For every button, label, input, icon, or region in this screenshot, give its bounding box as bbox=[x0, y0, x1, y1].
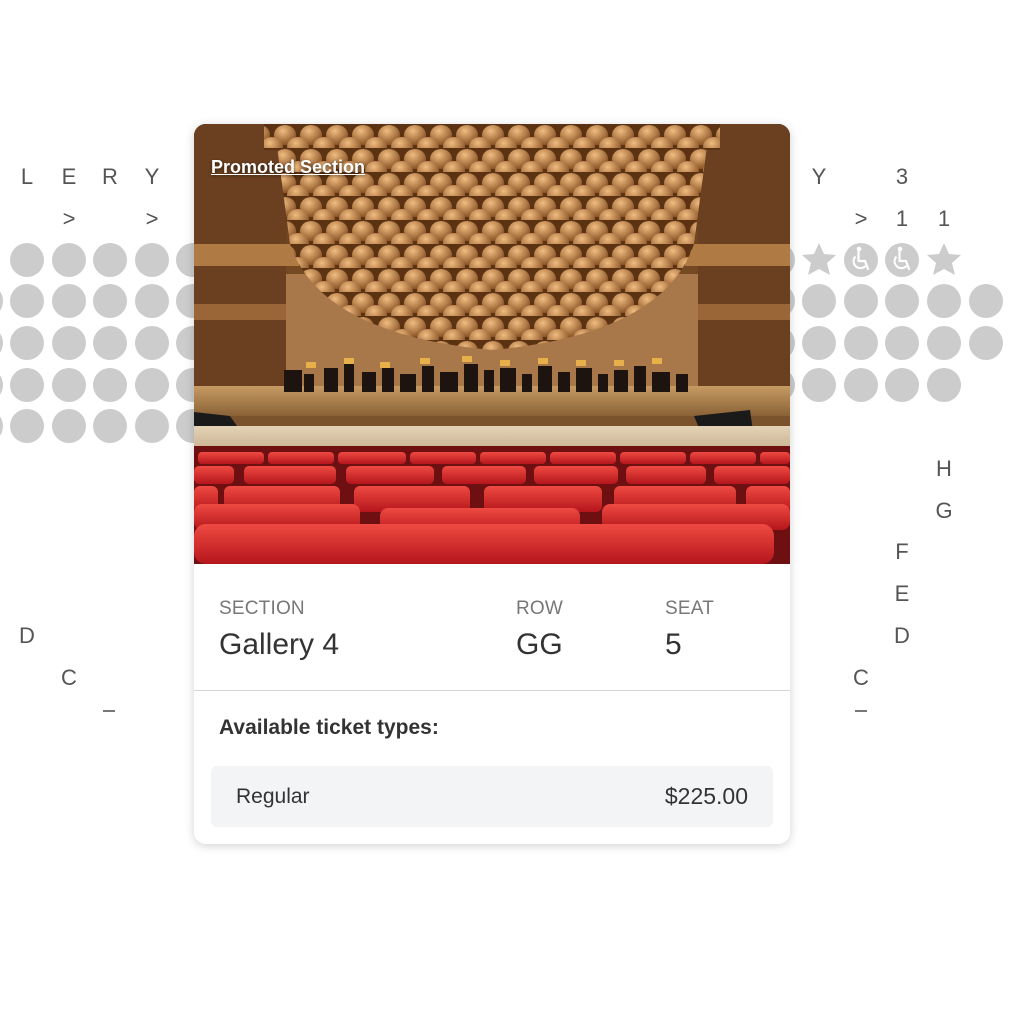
seatmap-arrow: > bbox=[63, 206, 76, 231]
seat[interactable] bbox=[135, 284, 169, 318]
seat[interactable] bbox=[10, 284, 44, 318]
seatmap-header-letter: 3 bbox=[896, 164, 908, 189]
star-icon[interactable] bbox=[802, 243, 836, 275]
seat[interactable] bbox=[844, 368, 878, 402]
section-label: SECTION bbox=[219, 598, 305, 619]
seat[interactable] bbox=[93, 368, 127, 402]
seat[interactable] bbox=[52, 326, 86, 360]
seatmap-header-letter: E bbox=[62, 164, 77, 189]
row-letter: H bbox=[936, 456, 952, 481]
concert-hall-image bbox=[194, 124, 790, 564]
seat[interactable] bbox=[885, 326, 919, 360]
seat[interactable] bbox=[927, 368, 961, 402]
row-letter: E bbox=[895, 581, 910, 606]
clipped-row-letter bbox=[103, 710, 115, 712]
ticket-type-name: Regular bbox=[236, 785, 310, 808]
seat[interactable] bbox=[0, 326, 3, 360]
section-value: Gallery 4 bbox=[219, 628, 340, 661]
seat[interactable] bbox=[0, 284, 3, 318]
seat[interactable] bbox=[93, 409, 127, 443]
seat-selection-screen: L E R Y > > Y 3 > 1 1 H G F E D C D C Pr… bbox=[0, 0, 1024, 1024]
seat[interactable] bbox=[52, 409, 86, 443]
seat[interactable] bbox=[885, 284, 919, 318]
ticket-type-price: $225.00 bbox=[664, 783, 748, 809]
seatmap-left-seats bbox=[0, 243, 210, 443]
seat-details: SECTION Gallery 4 ROW GG SEAT 5 bbox=[194, 564, 790, 691]
row-letter: C bbox=[61, 665, 77, 690]
seat-detail: SEAT 5 bbox=[665, 598, 714, 662]
seat[interactable] bbox=[969, 284, 1003, 318]
seatmap-seat-number: 1 bbox=[938, 206, 950, 231]
seatmap-header-letter: L bbox=[21, 164, 33, 189]
seat[interactable] bbox=[135, 368, 169, 402]
row-letter: F bbox=[895, 539, 908, 564]
seat[interactable] bbox=[10, 409, 44, 443]
promoted-section-link[interactable]: Promoted Section bbox=[211, 157, 365, 178]
seat[interactable] bbox=[93, 243, 127, 277]
section-view-photo: Promoted Section bbox=[194, 124, 790, 564]
row-letter: C bbox=[853, 665, 869, 690]
row-label: ROW bbox=[516, 598, 564, 619]
row-value: GG bbox=[516, 628, 563, 661]
seat[interactable] bbox=[135, 409, 169, 443]
seat[interactable] bbox=[135, 326, 169, 360]
row-letter: G bbox=[935, 498, 952, 523]
seat[interactable] bbox=[52, 284, 86, 318]
seatmap-arrow: > bbox=[855, 206, 868, 231]
seat[interactable] bbox=[10, 326, 44, 360]
seat[interactable] bbox=[93, 326, 127, 360]
seat[interactable] bbox=[135, 243, 169, 277]
seatmap-arrow: > bbox=[146, 206, 159, 231]
seat[interactable] bbox=[844, 284, 878, 318]
seatmap-header-letter: R bbox=[102, 164, 118, 189]
seat[interactable] bbox=[10, 243, 44, 277]
seat[interactable] bbox=[93, 284, 127, 318]
seat-details-card: Promoted Section SECTION Gallery 4 ROW G… bbox=[194, 124, 790, 844]
seatmap-right-accessibility-row bbox=[761, 243, 961, 277]
seat[interactable] bbox=[802, 368, 836, 402]
wheelchair-icon[interactable] bbox=[844, 243, 878, 277]
ticket-option-regular[interactable]: Regular $225.00 bbox=[211, 766, 773, 827]
seatmap-right-seats bbox=[761, 284, 1003, 402]
seat[interactable] bbox=[10, 368, 44, 402]
seatmap-header-letter: Y bbox=[145, 164, 160, 189]
seat[interactable] bbox=[52, 243, 86, 277]
seat[interactable] bbox=[927, 326, 961, 360]
seat[interactable] bbox=[885, 368, 919, 402]
seat[interactable] bbox=[927, 284, 961, 318]
clipped-row-letter bbox=[855, 710, 867, 712]
wheelchair-icon[interactable] bbox=[885, 243, 919, 277]
seatmap-header-letter: Y bbox=[812, 164, 827, 189]
seat-label: SEAT bbox=[665, 598, 715, 619]
seat[interactable] bbox=[0, 368, 3, 402]
seat[interactable] bbox=[844, 326, 878, 360]
seat[interactable] bbox=[969, 326, 1003, 360]
ticket-types-heading: Available ticket types: bbox=[219, 716, 439, 739]
seat[interactable] bbox=[52, 368, 86, 402]
row-letter: D bbox=[19, 623, 35, 648]
section-detail: SECTION Gallery 4 bbox=[219, 598, 339, 662]
row-detail: ROW GG bbox=[516, 598, 563, 662]
seatmap-seat-number: 1 bbox=[896, 206, 908, 231]
seat[interactable] bbox=[0, 409, 3, 443]
star-icon[interactable] bbox=[927, 243, 961, 275]
row-letter: D bbox=[894, 623, 910, 648]
seat[interactable] bbox=[802, 326, 836, 360]
seat-value: 5 bbox=[665, 628, 682, 661]
seat[interactable] bbox=[802, 284, 836, 318]
